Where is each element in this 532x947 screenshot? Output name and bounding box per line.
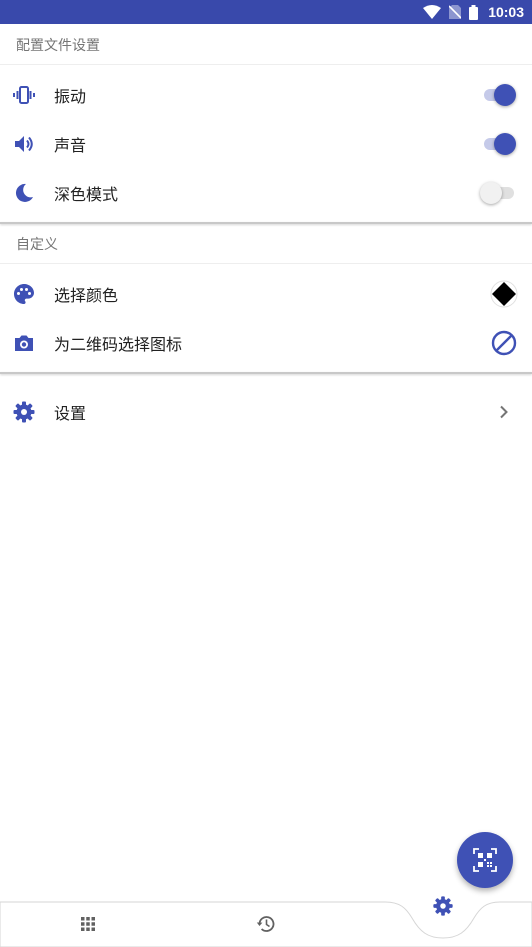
setting-label-qr-icon: 为二维码选择图标 bbox=[54, 334, 183, 354]
scan-qr-fab[interactable] bbox=[457, 832, 513, 888]
setting-label-sound: 声音 bbox=[54, 135, 87, 155]
sound-switch[interactable] bbox=[480, 132, 516, 155]
setting-row-sound[interactable]: 声音 bbox=[0, 119, 532, 168]
setting-row-vibrate[interactable]: 振动 bbox=[0, 70, 532, 119]
chevron-right-icon bbox=[490, 398, 518, 426]
moon-icon bbox=[12, 181, 36, 205]
section-divider bbox=[0, 372, 532, 374]
setting-label-dark-mode: 深色模式 bbox=[54, 184, 119, 204]
switch-thumb bbox=[494, 83, 516, 106]
palette-icon bbox=[12, 282, 36, 306]
gear-icon bbox=[12, 400, 36, 424]
setting-label-vibrate: 振动 bbox=[54, 86, 87, 106]
volume-icon bbox=[12, 132, 36, 156]
qr-code-icon bbox=[473, 848, 497, 872]
camera-icon bbox=[12, 331, 36, 355]
setting-row-qr-icon[interactable]: 为二维码选择图标 bbox=[0, 318, 532, 367]
setting-row-settings[interactable]: 设置 bbox=[0, 387, 532, 436]
nav-history-tab[interactable] bbox=[254, 912, 278, 936]
nav-create-tab[interactable] bbox=[76, 912, 100, 936]
section-header-custom: 自定义 bbox=[0, 224, 532, 264]
grid-icon bbox=[81, 917, 95, 931]
vibrate-switch[interactable] bbox=[480, 83, 516, 106]
battery-icon bbox=[469, 4, 479, 20]
color-swatch[interactable] bbox=[490, 280, 518, 308]
bottom-navigation bbox=[0, 890, 532, 947]
wifi-icon bbox=[423, 5, 442, 19]
no-sim-icon bbox=[449, 5, 462, 19]
status-bar: 10:03 bbox=[0, 0, 532, 24]
nav-settings-tab[interactable] bbox=[431, 894, 455, 918]
vibrate-icon bbox=[12, 83, 36, 107]
block-icon[interactable] bbox=[490, 329, 518, 357]
setting-label-pick-color: 选择颜色 bbox=[54, 285, 119, 305]
setting-row-pick-color[interactable]: 选择颜色 bbox=[0, 269, 532, 318]
setting-row-dark-mode[interactable]: 深色模式 bbox=[0, 168, 532, 217]
setting-label-settings: 设置 bbox=[54, 403, 87, 423]
switch-thumb bbox=[480, 181, 502, 204]
switch-thumb bbox=[494, 132, 516, 155]
status-time: 10:03 bbox=[488, 4, 524, 20]
dark-mode-switch[interactable] bbox=[480, 181, 516, 204]
section-header-profile: 配置文件设置 bbox=[0, 25, 532, 65]
history-icon bbox=[256, 916, 275, 932]
gear-icon bbox=[433, 896, 453, 916]
